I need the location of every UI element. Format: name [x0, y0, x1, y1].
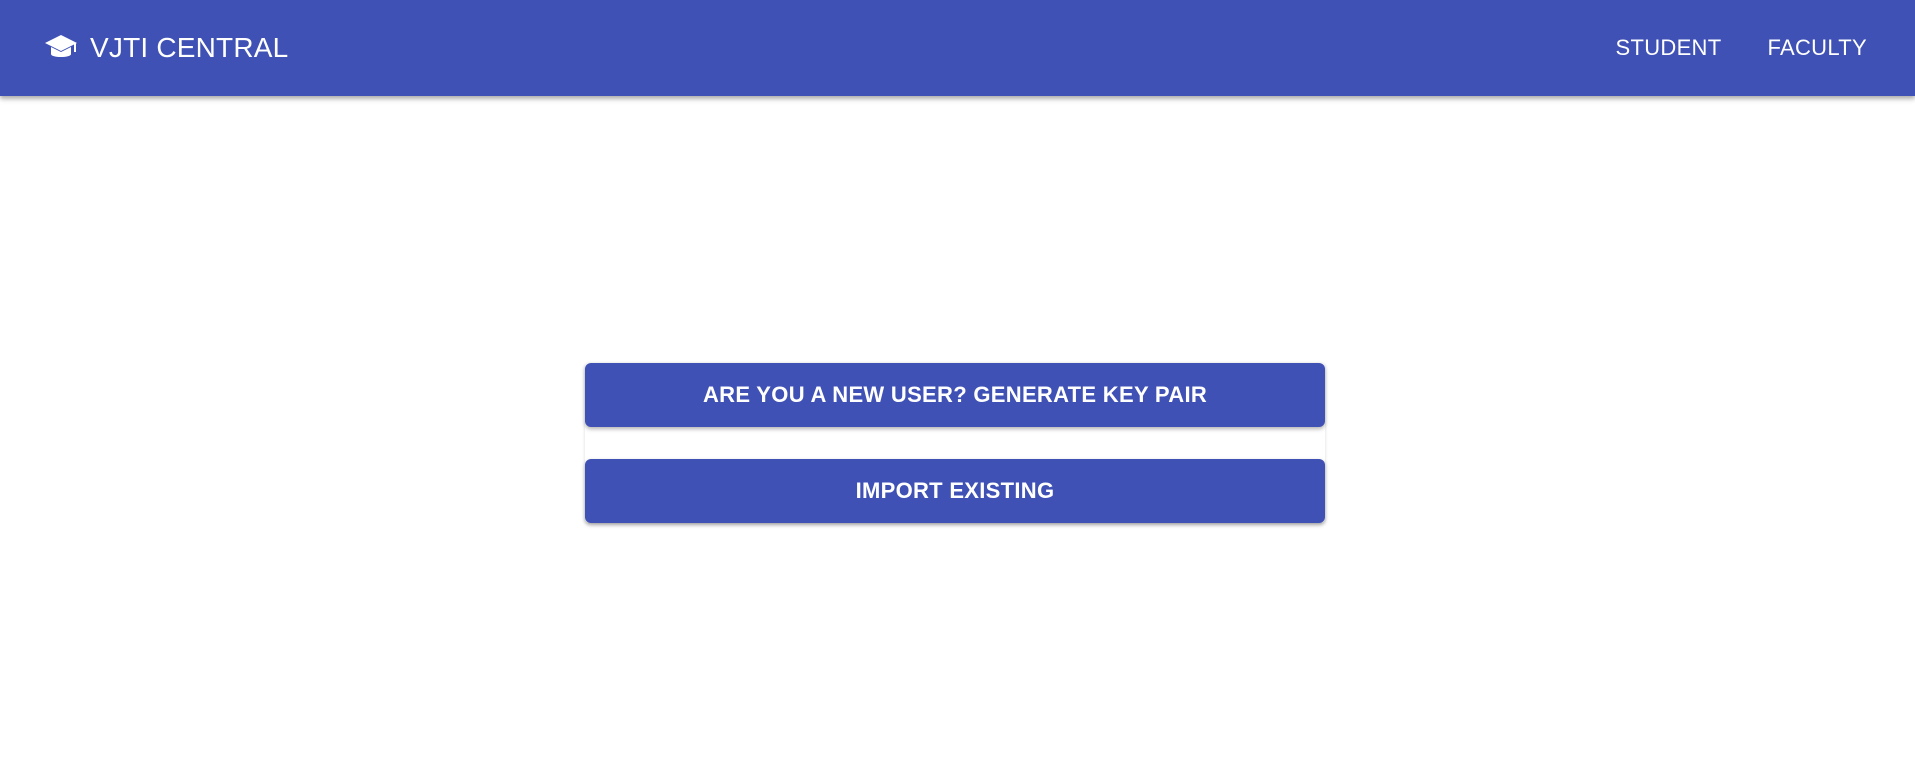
nav-link-faculty[interactable]: FACULTY [1768, 35, 1868, 61]
top-nav: STUDENT FACULTY [1570, 0, 1868, 96]
import-existing-button[interactable]: IMPORT EXISTING [585, 459, 1325, 523]
app-bar: VJTI CENTRAL STUDENT FACULTY [0, 0, 1915, 96]
app-title: VJTI CENTRAL [90, 32, 289, 63]
nav-link-student[interactable]: STUDENT [1616, 35, 1722, 61]
key-options-card: ARE YOU A NEW USER? GENERATE KEY PAIR IM… [585, 363, 1325, 523]
brand-link[interactable]: VJTI CENTRAL [44, 0, 288, 96]
graduation-cap-icon [44, 33, 78, 63]
generate-key-pair-button[interactable]: ARE YOU A NEW USER? GENERATE KEY PAIR [585, 363, 1325, 427]
